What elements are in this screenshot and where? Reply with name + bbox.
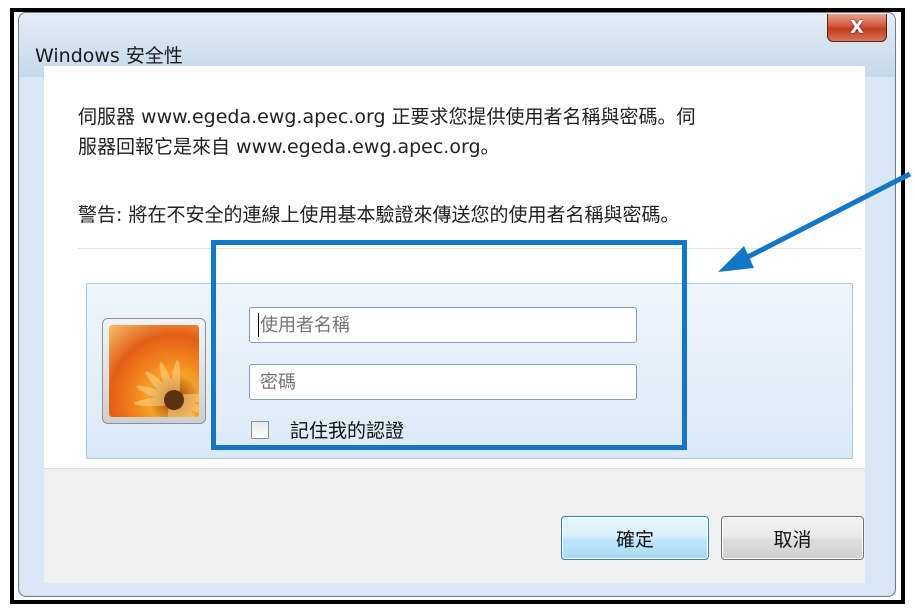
user-tile-image: [109, 325, 199, 417]
server-message: 伺服器 www.egeda.ewg.apec.org 正要求您提供使用者名稱與密…: [78, 102, 858, 162]
server-message-line-2: 服器回報它是來自 www.egeda.ewg.apec.org。: [78, 136, 500, 158]
arrow-icon: [718, 171, 912, 272]
server-message-line-1: 伺服器 www.egeda.ewg.apec.org 正要求您提供使用者名稱與密…: [78, 106, 696, 128]
ok-button[interactable]: 確定: [561, 516, 709, 560]
flower-graphic: [134, 360, 199, 417]
annotation-highlight-box: [211, 240, 687, 450]
user-tile-icon: [102, 318, 206, 424]
close-button[interactable]: X: [827, 14, 887, 42]
cancel-button[interactable]: 取消: [721, 516, 864, 560]
close-icon: X: [850, 16, 864, 38]
window-title: Windows 安全性: [35, 45, 183, 67]
